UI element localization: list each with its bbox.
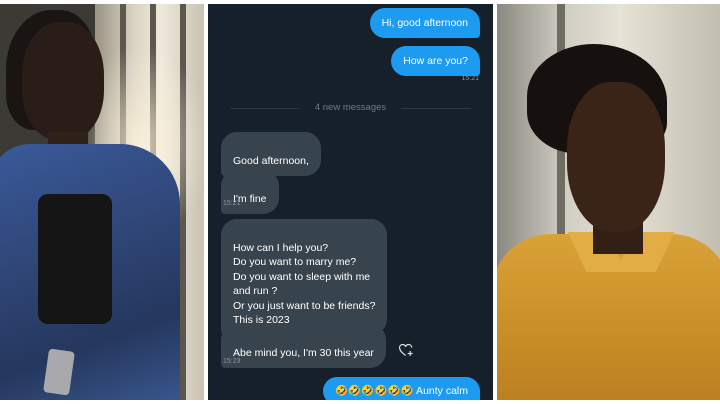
message-text: Hi, good afternoon bbox=[381, 17, 468, 29]
message-text: Good afternoon, bbox=[233, 155, 309, 167]
message-outgoing: How are you? bbox=[391, 46, 480, 76]
message-outgoing: 🤣🤣🤣🤣🤣🤣 Aunty calm bbox=[323, 377, 480, 400]
heart-add-icon[interactable] bbox=[398, 342, 414, 358]
message-text: How can I help you? Do you want to marry… bbox=[233, 241, 376, 327]
message-time: 15:23 bbox=[223, 358, 241, 365]
new-messages-divider: 4 new messages bbox=[208, 102, 493, 113]
chat-screenshot: Hi, good afternoon How are you? 15:21 4 … bbox=[208, 4, 493, 400]
message-incoming: How can I help you? Do you want to marry… bbox=[221, 219, 388, 335]
message-time: 15:21 bbox=[223, 200, 241, 207]
message-text: How are you? bbox=[403, 55, 468, 67]
message-incoming: Abe mind you, I'm 30 this year bbox=[221, 324, 386, 368]
face bbox=[22, 22, 104, 140]
message-text: 🤣🤣🤣🤣🤣🤣 Aunty calm bbox=[335, 385, 468, 397]
message-text: Abe mind you, I'm 30 this year bbox=[233, 347, 374, 359]
face bbox=[567, 82, 665, 232]
message-incoming: I'm fine bbox=[221, 170, 279, 214]
black-top bbox=[38, 194, 112, 324]
message-outgoing: Hi, good afternoon bbox=[369, 8, 480, 38]
man-photo bbox=[497, 4, 720, 400]
woman-photo bbox=[0, 4, 204, 400]
message-time: 15:21 bbox=[461, 75, 479, 82]
